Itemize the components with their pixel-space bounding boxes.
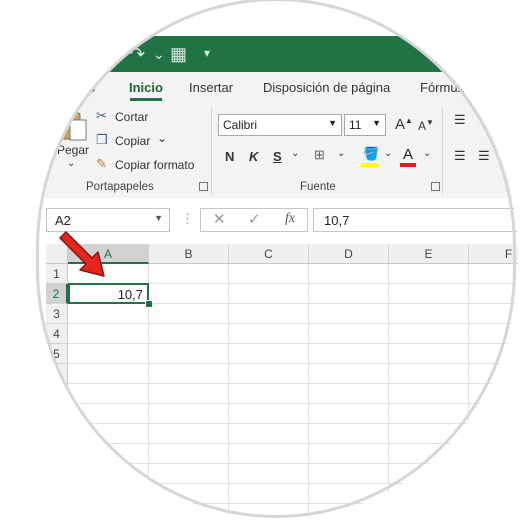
redo-icon[interactable]: ↷	[130, 44, 145, 65]
align-top-icon[interactable]: ☰	[454, 112, 466, 128]
group-separator	[442, 108, 443, 194]
font-color-icon[interactable]: A	[403, 146, 413, 163]
font-group-label: Fuente	[300, 181, 336, 193]
row-header-4[interactable]: 4	[46, 324, 68, 344]
grow-font-icon[interactable]: A▲	[395, 116, 413, 133]
enter-icon[interactable]: ✓	[248, 210, 261, 228]
customize-toolbar-icon[interactable]: ▾	[204, 46, 210, 60]
grid-line	[68, 403, 518, 404]
grid-line	[68, 443, 518, 444]
font-family-value: Calibri	[223, 118, 258, 132]
tab-disposicion-de-pagina[interactable]: Disposición de página	[263, 80, 390, 95]
formula-input[interactable]: 10,7	[313, 208, 518, 232]
column-header-d[interactable]: D	[309, 244, 389, 264]
column-header-f[interactable]: F	[469, 244, 518, 264]
font-launcher-icon[interactable]	[431, 182, 440, 191]
chevron-down-icon: ▼	[328, 118, 337, 128]
tab-formulas[interactable]: Fórmulas	[420, 80, 474, 95]
more-options-icon[interactable]: ⋮	[181, 211, 194, 227]
active-cell-a2[interactable]: 10,7	[68, 283, 149, 304]
copy-label[interactable]: Copiar	[115, 134, 150, 148]
paste-icon[interactable]	[58, 108, 88, 142]
grid-line	[68, 343, 518, 344]
column-header-c[interactable]: C	[229, 244, 309, 264]
copy-icon[interactable]: ❐	[96, 132, 108, 148]
grid-line	[68, 363, 518, 364]
cut-icon[interactable]: ✂	[96, 108, 107, 124]
screenshot-stage: ⌄ ↷ ⌄ ▦ ▾ Archivo Inicio Insertar Dispos…	[0, 0, 520, 520]
format-painter-label[interactable]: Copiar formato	[115, 158, 194, 172]
cut-label[interactable]: Cortar	[115, 110, 148, 124]
cancel-icon[interactable]: ✕	[213, 210, 226, 228]
chevron-down-icon: ▼	[154, 213, 163, 223]
grid-line	[68, 503, 518, 504]
font-size-value: 11	[349, 118, 362, 132]
tab-archivo[interactable]: Archivo	[52, 80, 95, 95]
clipboard-group-label: Portapapeles	[86, 181, 154, 193]
column-header-b[interactable]: B	[149, 244, 229, 264]
fill-color-icon[interactable]: 🪣	[363, 146, 379, 162]
fill-handle[interactable]	[145, 300, 153, 308]
bold-button[interactable]: N	[225, 149, 234, 164]
chevron-down-icon: ▼	[372, 118, 381, 128]
row-header-6[interactable]: 6	[46, 364, 68, 384]
shrink-font-letter: A	[418, 119, 427, 133]
borders-dropdown-icon[interactable]: ⌄	[337, 148, 345, 159]
form-icon[interactable]: ▦	[170, 44, 187, 65]
align-left-icon[interactable]: ☰	[454, 148, 466, 164]
font-color-swatch	[400, 163, 416, 167]
fill-color-swatch	[361, 163, 379, 167]
grid-line	[68, 483, 518, 484]
insert-function-icon[interactable]: fx	[285, 211, 295, 227]
grid-line	[68, 383, 518, 384]
grid-line	[68, 463, 518, 464]
underline-dropdown-icon[interactable]: ⌄	[291, 148, 299, 159]
redo-dropdown-icon[interactable]: ⌄	[153, 46, 165, 63]
annotation-arrow-icon	[59, 231, 105, 277]
grid-line	[68, 323, 518, 324]
font-color-dropdown-icon[interactable]: ⌄	[423, 148, 431, 159]
font-family-select[interactable]: Calibri ▼	[218, 114, 342, 136]
borders-icon[interactable]: ⊞	[314, 147, 325, 163]
paste-dropdown-icon[interactable]: ⌄	[67, 158, 75, 169]
align-center-icon[interactable]: ☰	[478, 148, 490, 164]
tab-insertar[interactable]: Insertar	[189, 80, 233, 95]
row-header-5[interactable]: 5	[46, 344, 68, 364]
italic-button[interactable]: K	[249, 149, 258, 164]
font-size-select[interactable]: 11 ▼	[344, 114, 386, 136]
group-separator	[211, 108, 212, 194]
excel-window: ⌄ ↷ ⌄ ▦ ▾ Archivo Inicio Insertar Dispos…	[38, 0, 518, 520]
tab-inicio[interactable]: Inicio	[129, 80, 163, 95]
grow-font-letter: A	[395, 116, 406, 133]
fill-color-dropdown-icon[interactable]: ⌄	[384, 148, 392, 159]
underline-button[interactable]: S	[273, 149, 282, 164]
shrink-font-icon[interactable]: A▼	[418, 118, 434, 133]
row-header-2[interactable]: 2	[46, 284, 68, 304]
grid-line	[68, 423, 518, 424]
row-header-8[interactable]: 8	[46, 404, 68, 424]
clipboard-launcher-icon[interactable]	[199, 182, 208, 191]
undo-dropdown-icon[interactable]: ⌄	[108, 44, 123, 65]
magnifier-circle: ⌄ ↷ ⌄ ▦ ▾ Archivo Inicio Insertar Dispos…	[38, 0, 518, 520]
format-painter-icon[interactable]: ✎	[96, 156, 107, 172]
copy-dropdown-icon[interactable]: ⌄	[157, 131, 167, 145]
row-header-7[interactable]: 7	[46, 384, 68, 404]
paste-label[interactable]: Pegar	[57, 143, 89, 157]
name-box-value: A2	[55, 213, 71, 228]
active-tab-indicator	[130, 98, 162, 101]
row-header-3[interactable]: 3	[46, 304, 68, 324]
column-header-e[interactable]: E	[389, 244, 469, 264]
row-header-filler	[46, 424, 68, 520]
